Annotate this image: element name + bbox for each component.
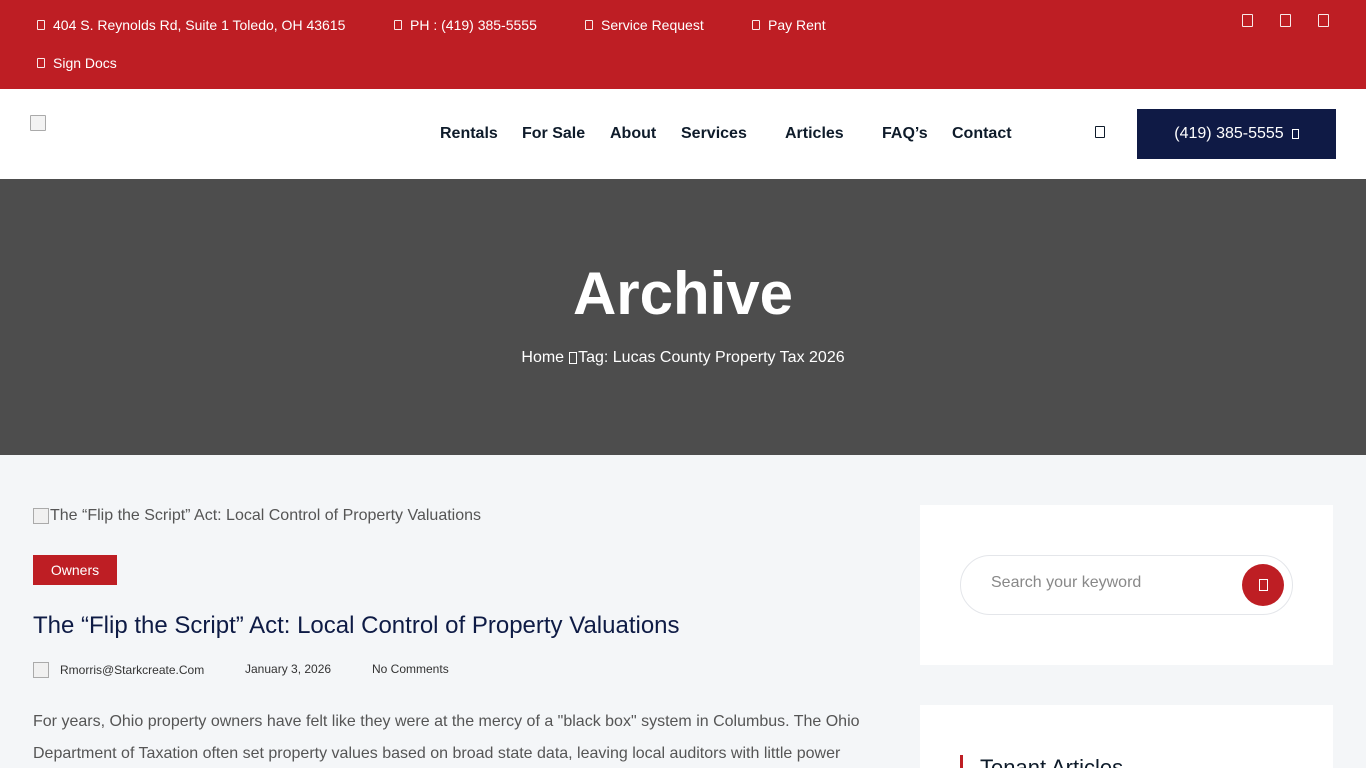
- search-icon: [1258, 579, 1268, 591]
- page-banner: Archive Home Tag: Lucas County Property …: [0, 179, 1366, 455]
- author-name[interactable]: Rmorris@Starkcreate.Com: [60, 663, 204, 677]
- nav-for-sale[interactable]: For Sale: [522, 125, 585, 143]
- service-request-link[interactable]: Service Request: [585, 17, 704, 33]
- search-input[interactable]: [991, 574, 1231, 592]
- search-box: [960, 555, 1293, 615]
- sign-docs-label[interactable]: Sign Docs: [53, 55, 117, 71]
- call-button[interactable]: (419) 385-5555: [1137, 109, 1336, 159]
- page-title: Archive: [572, 260, 794, 327]
- address-text: 404 S. Reynolds Rd, Suite 1 Toledo, OH 4…: [53, 17, 346, 33]
- call-button-label: (419) 385-5555: [1174, 125, 1284, 142]
- breadcrumb-home[interactable]: Home: [521, 349, 564, 367]
- wrench-icon: [585, 20, 593, 30]
- service-request-label[interactable]: Service Request: [601, 17, 704, 33]
- post-image[interactable]: The “Flip the Script” Act: Local Control…: [33, 507, 481, 525]
- site-logo[interactable]: [30, 115, 46, 131]
- nav-services[interactable]: Services: [681, 125, 747, 143]
- twitter-icon[interactable]: [1280, 14, 1291, 27]
- search-widget: [920, 505, 1333, 665]
- instagram-icon[interactable]: [1318, 14, 1329, 27]
- main-header: Rentals For Sale About Services Articles…: [0, 89, 1366, 179]
- breadcrumb-current: Tag: Lucas County Property Tax 2026: [578, 349, 845, 366]
- category-badge[interactable]: Owners: [33, 555, 117, 585]
- search-submit-button[interactable]: [1242, 564, 1284, 606]
- chevron-right-icon: [569, 352, 578, 364]
- tenant-articles-widget: Tenant Articles: [920, 705, 1333, 768]
- nav-about[interactable]: About: [610, 125, 656, 143]
- search-icon[interactable]: [1095, 126, 1105, 138]
- map-marker-icon: [37, 20, 45, 30]
- broken-image-icon: [33, 508, 49, 524]
- post-date: January 3, 2026: [245, 662, 332, 676]
- nav-rentals[interactable]: Rentals: [440, 125, 498, 143]
- avatar: [33, 662, 49, 678]
- post-author[interactable]: Rmorris@Starkcreate.Com: [33, 662, 204, 678]
- pay-rent-link[interactable]: Pay Rent: [752, 17, 826, 33]
- post-comments[interactable]: No Comments: [372, 662, 449, 676]
- top-bar: 404 S. Reynolds Rd, Suite 1 Toledo, OH 4…: [0, 0, 1366, 89]
- post-image-alt: The “Flip the Script” Act: Local Control…: [50, 507, 482, 524]
- sign-docs-link[interactable]: Sign Docs: [37, 55, 117, 71]
- nav-contact[interactable]: Contact: [952, 125, 1012, 143]
- credit-card-icon: [752, 20, 760, 30]
- post-excerpt: For years, Ohio property owners have fel…: [33, 713, 860, 762]
- post-title[interactable]: The “Flip the Script” Act: Local Control…: [33, 612, 680, 640]
- widget-title: Tenant Articles: [960, 755, 1123, 768]
- document-icon: [37, 58, 45, 68]
- address-item: 404 S. Reynolds Rd, Suite 1 Toledo, OH 4…: [37, 17, 345, 33]
- phone-icon: [1291, 129, 1299, 139]
- phone-text[interactable]: PH : (419) 385-5555: [410, 17, 537, 33]
- pay-rent-label[interactable]: Pay Rent: [768, 17, 826, 33]
- breadcrumb: Home Tag: Lucas County Property Tax 2026: [0, 349, 1366, 367]
- nav-articles[interactable]: Articles: [785, 125, 844, 143]
- facebook-icon[interactable]: [1242, 14, 1253, 27]
- nav-faqs[interactable]: FAQ’s: [882, 125, 928, 143]
- phone-item[interactable]: PH : (419) 385-5555: [394, 17, 537, 33]
- phone-icon: [394, 20, 402, 30]
